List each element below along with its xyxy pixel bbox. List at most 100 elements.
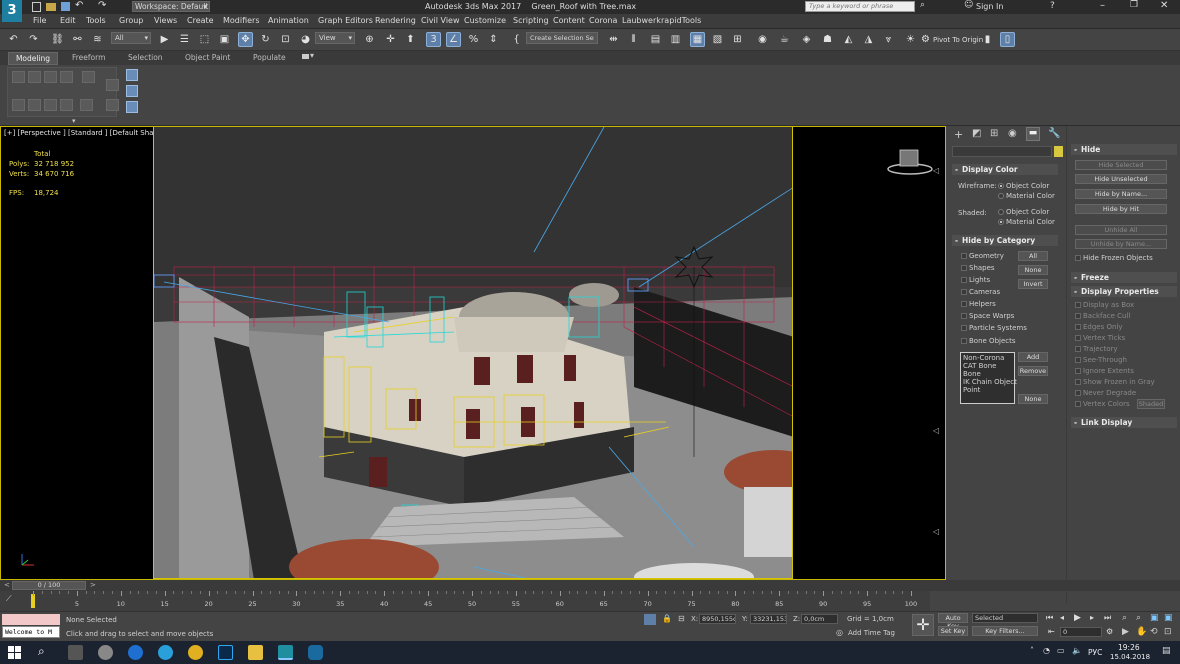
list-item[interactable]: Non-Corona: [963, 354, 1012, 362]
list-item[interactable]: Bone: [963, 370, 1012, 378]
close-button[interactable]: ✕: [1160, 0, 1168, 11]
wireframe-object-color-radio[interactable]: [998, 183, 1004, 189]
menu-rapidtools[interactable]: rapidTools: [661, 16, 701, 25]
key-filters-button[interactable]: Key Filters...: [972, 626, 1038, 636]
percent-snap-icon[interactable]: %: [466, 32, 481, 47]
list-item[interactable]: Point: [963, 386, 1012, 394]
y-coordinate-field[interactable]: 33231,153: [750, 614, 787, 624]
clock-time[interactable]: 19:26: [1118, 643, 1140, 652]
undo-icon[interactable]: ↶: [6, 32, 21, 47]
hide-frozen-checkbox[interactable]: [1075, 255, 1081, 261]
viewport-label[interactable]: [+] [Perspective ] [Standard ] [Default …: [4, 129, 174, 137]
ribbon-tool-icon[interactable]: [106, 99, 119, 111]
never-degrade-checkbox[interactable]: [1075, 390, 1081, 396]
unhide-all-button[interactable]: Unhide All: [1075, 225, 1167, 235]
app-icon[interactable]: [308, 645, 323, 660]
bottle-icon[interactable]: ▮: [980, 32, 995, 47]
go-to-end-icon[interactable]: ⏭: [1104, 613, 1111, 623]
list-remove-button[interactable]: Remove: [1018, 366, 1048, 376]
orbit-icon[interactable]: ⟲: [1150, 627, 1158, 637]
keyboard-shortcut-icon[interactable]: ⬆: [403, 32, 418, 47]
auto-key-button[interactable]: Auto Key: [938, 613, 968, 630]
search-icon[interactable]: ⌕: [38, 644, 45, 659]
list-item[interactable]: CAT Bone: [963, 362, 1012, 370]
maxscript-listener-input[interactable]: Welcome to M: [2, 626, 60, 638]
freeze-rollout[interactable]: Freeze: [1071, 272, 1177, 283]
menu-file[interactable]: File: [33, 16, 46, 25]
menu-rendering[interactable]: Rendering: [375, 16, 416, 25]
sign-in-link[interactable]: Sign In: [976, 2, 1003, 11]
trajectory-checkbox[interactable]: [1075, 346, 1081, 352]
category-invert-button[interactable]: Invert: [1018, 279, 1048, 289]
category-bone-objects-checkbox[interactable]: [961, 338, 967, 344]
category-all-button[interactable]: All: [1018, 251, 1048, 261]
category-shapes-checkbox[interactable]: [961, 265, 967, 271]
key-mode-dropdown[interactable]: Selected: [972, 613, 1038, 623]
select-by-name-icon[interactable]: ☰: [177, 32, 192, 47]
zoom-all-icon[interactable]: ⌕: [1136, 613, 1141, 623]
menu-customize[interactable]: Customize: [464, 16, 506, 25]
menu-animation[interactable]: Animation: [268, 16, 309, 25]
ribbon-tool-icon[interactable]: [44, 71, 57, 83]
zoom-extents-all-icon[interactable]: ▣: [1164, 613, 1173, 623]
absolute-mode-icon[interactable]: ⊟: [678, 614, 685, 623]
chevron-down-icon[interactable]: ⩔: [881, 32, 896, 47]
pan-view-icon[interactable]: ✋: [1136, 627, 1147, 637]
modify-tab-icon[interactable]: ◩: [972, 128, 981, 139]
qat-new-icon[interactable]: [32, 2, 41, 12]
utilities-tab-icon[interactable]: 🔧: [1048, 128, 1060, 139]
search-icon[interactable]: ⌕: [920, 0, 925, 10]
workspace-dropdown[interactable]: Workspace: Default ▾: [132, 1, 210, 12]
hierarchy-tab-icon[interactable]: ⊞: [990, 128, 998, 139]
qat-redo-icon[interactable]: ↷: [98, 0, 106, 11]
link-display-rollout[interactable]: Link Display: [1071, 417, 1177, 428]
telegram-icon[interactable]: [158, 645, 173, 660]
menu-views[interactable]: Views: [154, 16, 177, 25]
chevron-left-icon[interactable]: ◁: [933, 527, 939, 536]
scene-explorer-icon[interactable]: ▤: [648, 32, 663, 47]
hide-unselected-button[interactable]: Hide Unselected: [1075, 174, 1167, 184]
bind-space-warp-icon[interactable]: ≋: [90, 32, 105, 47]
ignore-extents-checkbox[interactable]: [1075, 368, 1081, 374]
menu-edit[interactable]: Edit: [60, 16, 76, 25]
ribbon-tool-icon[interactable]: [28, 71, 41, 83]
go-to-start-icon[interactable]: ⏮: [1046, 613, 1053, 623]
object-color-swatch[interactable]: [1054, 146, 1063, 157]
rect-selection-icon[interactable]: ⬚: [197, 32, 212, 47]
ribbon-tool-icon[interactable]: [60, 99, 73, 111]
time-configuration-icon[interactable]: ⚙: [1106, 627, 1113, 636]
3dsmax-taskbar-icon[interactable]: [278, 645, 293, 660]
display-as-box-checkbox[interactable]: [1075, 302, 1081, 308]
notifications-icon[interactable]: ▤: [1162, 646, 1171, 656]
mirror-icon[interactable]: ⇹: [606, 32, 621, 47]
ribbon-tool-icon[interactable]: [60, 71, 73, 83]
corona-scene-icon[interactable]: ◮: [861, 32, 876, 47]
render-frame-icon[interactable]: ◈: [799, 32, 814, 47]
qat-undo-icon[interactable]: ↶: [75, 0, 83, 11]
category-particle-systems-checkbox[interactable]: [961, 325, 967, 331]
menu-group[interactable]: Group: [119, 16, 143, 25]
ribbon-tool-icon[interactable]: [28, 99, 41, 111]
play-icon[interactable]: ▶: [1074, 613, 1081, 623]
ribbon-tool-icon[interactable]: [12, 99, 25, 111]
ribbon-options-icon[interactable]: [302, 54, 309, 59]
qat-save-icon[interactable]: [61, 2, 70, 11]
chevron-left-icon[interactable]: ◁: [933, 426, 939, 435]
reference-coord-dropdown[interactable]: View ▾: [315, 32, 355, 44]
select-and-rotate-icon[interactable]: ↻: [258, 32, 273, 47]
hide-rollout[interactable]: Hide: [1071, 144, 1177, 155]
pivot-center-icon[interactable]: ⊕: [362, 32, 377, 47]
vertex-colors-checkbox[interactable]: [1075, 401, 1081, 407]
viewcube-icon[interactable]: [885, 146, 935, 176]
windows-start-icon[interactable]: [8, 646, 21, 659]
teamviewer-icon[interactable]: [128, 645, 143, 660]
category-lights-checkbox[interactable]: [961, 277, 967, 283]
edges-only-checkbox[interactable]: [1075, 324, 1081, 330]
hide-by-category-rollout[interactable]: Hide by Category: [952, 235, 1058, 246]
field-of-view-icon[interactable]: ▶: [1122, 627, 1129, 637]
ribbon-tool-icon[interactable]: [82, 71, 95, 83]
category-none-button[interactable]: None: [1018, 265, 1048, 275]
hide-by-name-button[interactable]: Hide by Name...: [1075, 189, 1167, 199]
display-color-rollout[interactable]: Display Color: [952, 164, 1058, 175]
app-logo-icon[interactable]: 3: [2, 0, 22, 22]
